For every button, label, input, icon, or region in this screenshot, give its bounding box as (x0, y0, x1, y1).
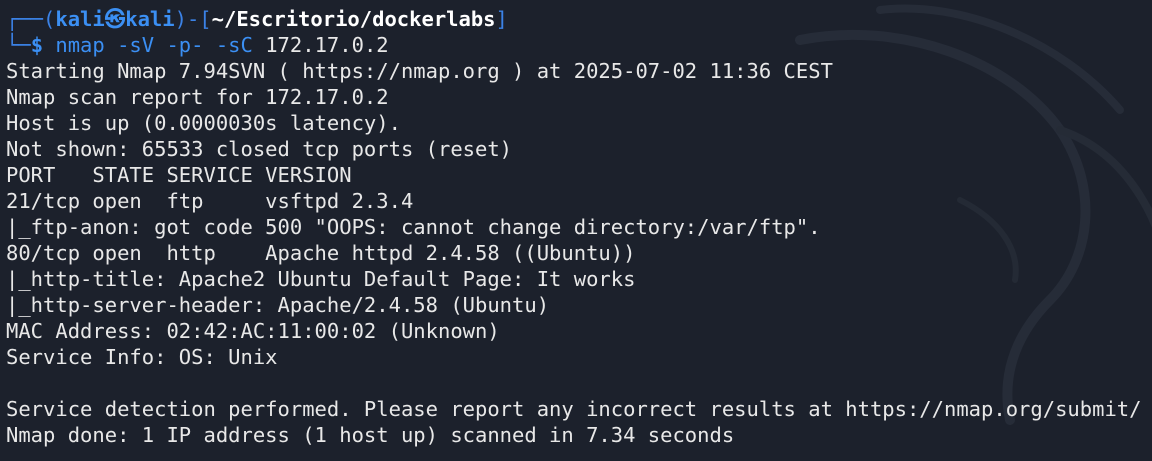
terminal-content: ┌──(kali㉿kali)-[~/Escritorio/dockerlabs]… (6, 6, 1146, 448)
prompt-dollar: $ (30, 33, 44, 57)
output-line: MAC Address: 02:42:AC:11:00:02 (Unknown) (6, 319, 500, 343)
output-line: Not shown: 65533 closed tcp ports (reset… (6, 137, 513, 161)
prompt-frame-bottom: └─ (6, 33, 31, 57)
prompt-frame-mid: )-[ (174, 7, 212, 31)
output-blank-line (6, 370, 1146, 396)
prompt-header-line: ┌──(kali㉿kali)-[~/Escritorio/dockerlabs] (6, 6, 1146, 32)
command-arg: -p- (154, 33, 204, 57)
output-line: Service Info: OS: Unix (6, 345, 278, 369)
output-line: 80/tcp open http Apache httpd 2.4.58 ((U… (6, 241, 636, 265)
command-target: 172.17.0.2 (252, 33, 389, 57)
output-line: Nmap done: 1 IP address (1 host up) scan… (6, 423, 735, 447)
prompt-user: kali (55, 7, 105, 31)
command-arg: -sC (203, 33, 253, 57)
output-line: |_http-title: Apache2 Ubuntu Default Pag… (6, 267, 636, 291)
command-name: nmap (55, 33, 105, 57)
output-line: Nmap scan report for 172.17.0.2 (6, 85, 389, 109)
prompt-host: kali (125, 7, 175, 31)
output-line: Service detection performed. Please repo… (6, 397, 1152, 421)
output-line: Starting Nmap 7.94SVN ( https://nmap.org… (6, 59, 833, 83)
terminal-window[interactable]: ┌──(kali㉿kali)-[~/Escritorio/dockerlabs]… (0, 0, 1152, 461)
command-arg: -sV (104, 33, 155, 57)
prompt-path: ~/Escritorio/dockerlabs (211, 7, 496, 31)
output-line: PORT STATE SERVICE VERSION (6, 163, 352, 187)
command-line[interactable]: └─$ nmap -sV -p- -sC 172.17.0.2 (6, 32, 1146, 58)
output-line: Host is up (0.0000030s latency). (6, 111, 401, 135)
output-line: |_http-server-header: Apache/2.4.58 (Ubu… (6, 293, 550, 317)
output-line: |_ftp-anon: got code 500 "OOPS: cannot c… (6, 215, 821, 239)
prompt-frame-close: ] (495, 7, 508, 31)
prompt-frame-top: ┌──( (6, 7, 56, 31)
kali-dragon-icon: ㉿ (104, 7, 126, 31)
output-line: 21/tcp open ftp vsftpd 2.3.4 (6, 189, 414, 213)
